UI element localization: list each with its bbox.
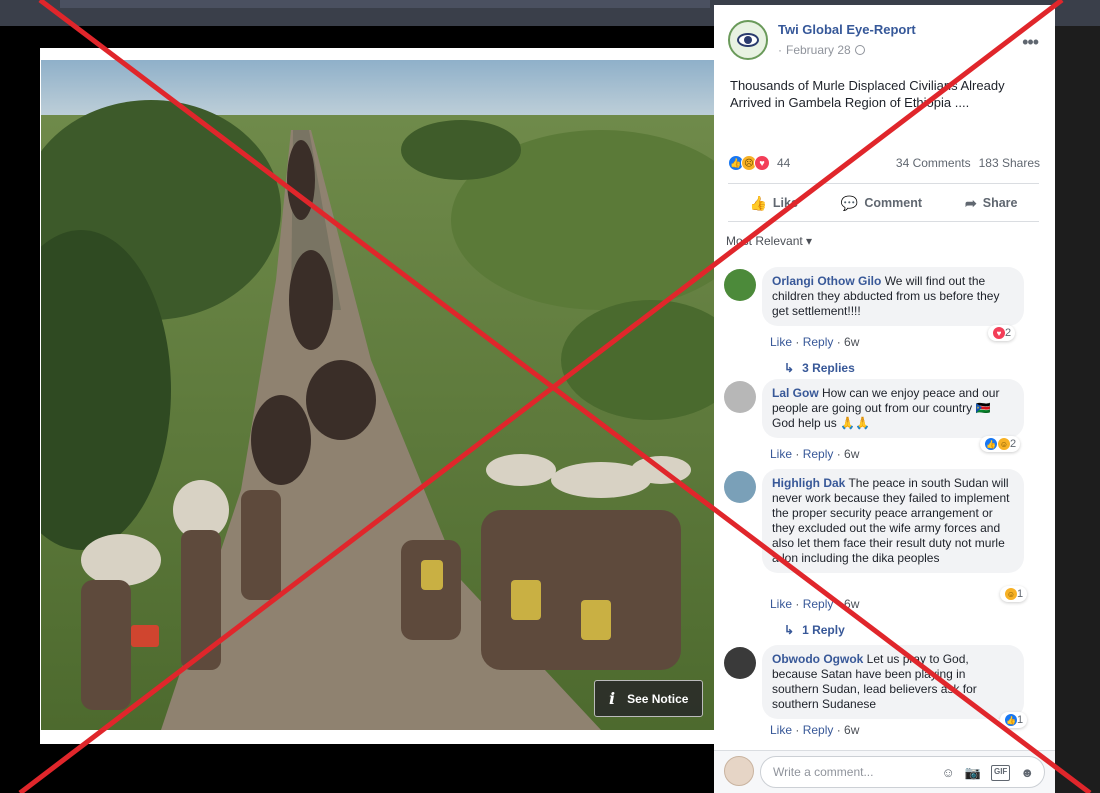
- commenter-avatar[interactable]: [724, 269, 756, 301]
- replies-label: 1 Reply: [802, 623, 845, 637]
- comment-composer: Write a comment... ☺ 📷 GIF ☻: [714, 750, 1055, 793]
- comment-button[interactable]: 💬 Comment: [841, 195, 922, 212]
- like-reaction-icon: 👍: [1004, 713, 1018, 727]
- comment-like-link[interactable]: Like: [770, 447, 792, 461]
- like-reaction-icon: 👍: [984, 437, 998, 451]
- haha-reaction-icon: ☺: [1004, 587, 1018, 601]
- comment-reactions[interactable]: 👍 1: [1000, 712, 1028, 728]
- thumbs-up-icon: 👍: [749, 194, 767, 211]
- comment-author[interactable]: Lal Gow: [772, 386, 819, 400]
- comment-reply-link[interactable]: Reply: [803, 335, 834, 349]
- post-actions: 👍 Like 💬 Comment ➦ Share: [728, 189, 1039, 217]
- comment-reactions[interactable]: ☺ 1: [1000, 586, 1028, 602]
- share-arrow-icon: ➦: [965, 194, 977, 211]
- reaction-count: 44: [777, 156, 791, 170]
- view-replies-link[interactable]: ↳ 1 Reply: [784, 623, 845, 637]
- comments-count-link[interactable]: 34 Comments: [896, 156, 971, 170]
- like-label: Like: [772, 196, 798, 210]
- comment-reactions[interactable]: 👍 ☺ 2: [980, 436, 1021, 452]
- info-icon: i: [609, 689, 616, 708]
- eye-logo-icon: [737, 33, 759, 47]
- reply-arrow-icon: ↳: [784, 361, 795, 375]
- current-user-avatar: [724, 756, 754, 786]
- comment-reaction-count: 2: [1005, 327, 1012, 339]
- love-reaction-icon: ♥: [992, 326, 1006, 340]
- comment-actions: Like · Reply · 6w: [770, 335, 860, 349]
- composer-icons: ☺ 📷 GIF ☻: [942, 765, 1034, 781]
- post-text: Thousands of Murle Displaced Civilians A…: [730, 78, 1005, 110]
- comment-age[interactable]: 6w: [844, 335, 859, 349]
- sticker-icon[interactable]: ☻: [1020, 765, 1034, 781]
- comment-like-link[interactable]: Like: [770, 723, 792, 737]
- post-side-panel: Twi Global Eye-Report · February 28 ••• …: [714, 5, 1055, 793]
- comment-bubble: Orlangi Othow Gilo We will find out the …: [762, 267, 1024, 326]
- camera-icon[interactable]: 📷: [965, 765, 981, 781]
- comment-bubble: Lal Gow How can we enjoy peace and our p…: [762, 379, 1024, 438]
- love-reaction-icon: ♥: [754, 155, 770, 171]
- comment-actions: Like · Reply · 6w: [770, 723, 860, 737]
- comment-like-link[interactable]: Like: [770, 335, 792, 349]
- comment-reply-link[interactable]: Reply: [803, 723, 834, 737]
- comment-like-link[interactable]: Like: [770, 597, 792, 611]
- post-date: · February 28: [778, 43, 865, 57]
- post-date-text[interactable]: February 28: [786, 43, 851, 57]
- comment-filter-dropdown[interactable]: Most Relevant ▾: [726, 234, 812, 248]
- comment-input[interactable]: Write a comment... ☺ 📷 GIF ☻: [760, 756, 1045, 788]
- post-stats: 34 Comments 183 Shares: [896, 156, 1040, 170]
- comment-reaction-count: 2: [1010, 438, 1017, 450]
- comment-age[interactable]: 6w: [844, 447, 859, 461]
- comment-bubble: Obwodo Ogwok Let us pray to God, because…: [762, 645, 1024, 719]
- commenter-avatar[interactable]: [724, 647, 756, 679]
- more-options-icon[interactable]: •••: [1022, 32, 1039, 53]
- see-notice-button[interactable]: i See Notice: [594, 680, 703, 717]
- like-button[interactable]: 👍 Like: [749, 195, 797, 212]
- view-replies-link[interactable]: ↳ 3 Replies: [784, 361, 855, 375]
- post-header: Twi Global Eye-Report · February 28 •••: [728, 20, 1048, 65]
- page-name-link[interactable]: Twi Global Eye-Report: [778, 22, 916, 37]
- commenter-avatar[interactable]: [724, 471, 756, 503]
- shares-count-link[interactable]: 183 Shares: [979, 156, 1040, 170]
- haha-reaction-icon: ☺: [997, 437, 1011, 451]
- comment-age[interactable]: 6w: [844, 597, 859, 611]
- see-notice-label: See Notice: [627, 691, 689, 706]
- date-separator: ·: [778, 43, 782, 57]
- comment-reply-link[interactable]: Reply: [803, 597, 834, 611]
- comment-age[interactable]: 6w: [844, 723, 859, 737]
- gif-icon[interactable]: GIF: [990, 765, 1011, 781]
- comment-reply-link[interactable]: Reply: [803, 447, 834, 461]
- comment-bubble: Highligh Dak The peace in south Sudan wi…: [762, 469, 1024, 573]
- emoji-icon[interactable]: ☺: [942, 765, 955, 781]
- comment-reactions[interactable]: ♥ 2: [988, 325, 1016, 341]
- globe-icon: [854, 45, 865, 55]
- comment-author[interactable]: Orlangi Othow Gilo: [772, 274, 881, 288]
- commenter-avatar[interactable]: [724, 381, 756, 413]
- comment-reaction-count: 1: [1017, 714, 1024, 726]
- speech-bubble-icon: 💬: [840, 194, 859, 211]
- comment-actions: Like · Reply · 6w: [770, 597, 860, 611]
- share-button[interactable]: ➦ Share: [965, 195, 1017, 212]
- comment-reaction-count: 1: [1017, 588, 1024, 600]
- comment-author[interactable]: Obwodo Ogwok: [772, 652, 863, 666]
- replies-label: 3 Replies: [802, 361, 855, 375]
- reply-arrow-icon: ↳: [784, 623, 795, 637]
- comment-input-placeholder: Write a comment...: [773, 765, 874, 779]
- divider: [728, 183, 1039, 184]
- refugee-road-image: [41, 60, 714, 730]
- page-avatar[interactable]: [728, 20, 768, 60]
- comment-label: Comment: [864, 196, 923, 210]
- post-photo[interactable]: [41, 60, 714, 730]
- divider: [728, 221, 1039, 222]
- comment-author[interactable]: Highligh Dak: [772, 476, 845, 490]
- comment-actions: Like · Reply · 6w: [770, 447, 860, 461]
- share-label: Share: [982, 196, 1018, 210]
- top-bar-strip: [60, 0, 710, 8]
